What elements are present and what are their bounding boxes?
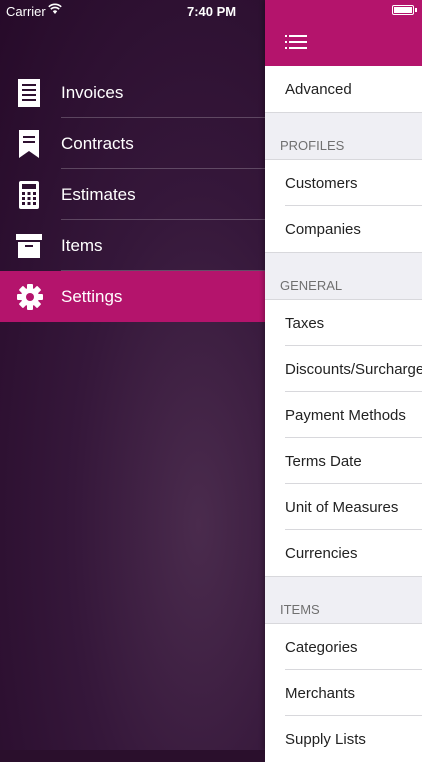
settings-item-terms-date[interactable]: Terms Date: [265, 438, 422, 484]
sidebar: Invoices Contracts Estimates Items Setti…: [0, 0, 265, 750]
archive-box-icon: [16, 232, 42, 260]
sidebar-item-label: Estimates: [61, 185, 136, 204]
settings-item-label: Terms Date: [285, 453, 362, 470]
settings-item-label: Categories: [285, 639, 358, 656]
battery-icon: [392, 5, 417, 15]
settings-item-label: Advanced: [285, 81, 352, 98]
settings-item-label: Customers: [285, 175, 358, 192]
sidebar-item-items[interactable]: Items: [0, 220, 265, 271]
section-header-label: PROFILES: [280, 138, 345, 153]
settings-item-payment-methods[interactable]: Payment Methods: [265, 392, 422, 438]
carrier-label: Carrier: [6, 4, 46, 19]
gear-icon: [16, 283, 43, 311]
settings-item-supply-lists[interactable]: Supply Lists: [265, 716, 422, 762]
invoice-icon: [16, 79, 42, 107]
section-header-label: GENERAL: [280, 278, 343, 293]
settings-item-customers[interactable]: Customers: [265, 160, 422, 206]
settings-item-label: Supply Lists: [285, 731, 366, 748]
sidebar-item-label: Settings: [61, 287, 123, 306]
settings-item-label: Companies: [285, 221, 361, 238]
settings-item-currencies[interactable]: Currencies: [265, 530, 422, 576]
settings-item-unit-of-measures[interactable]: Unit of Measures: [265, 484, 422, 530]
sidebar-item-settings[interactable]: Settings: [0, 271, 265, 322]
sidebar-item-estimates[interactable]: Estimates: [0, 169, 265, 220]
settings-item-taxes[interactable]: Taxes: [265, 300, 422, 346]
settings-item-merchants[interactable]: Merchants: [265, 670, 422, 716]
sidebar-item-label: Contracts: [61, 134, 134, 153]
settings-item-label: Currencies: [285, 545, 358, 562]
settings-item-advanced[interactable]: Advanced: [265, 66, 422, 112]
section-header-items: ITEMS: [265, 576, 422, 624]
sidebar-item-label: Items: [61, 236, 103, 255]
settings-item-companies[interactable]: Companies: [265, 206, 422, 252]
menu-icon[interactable]: [285, 34, 307, 50]
sidebar-item-contracts[interactable]: Contracts: [0, 118, 265, 169]
sidebar-item-label: Invoices: [61, 83, 124, 102]
settings-item-label: Discounts/Surcharges: [285, 361, 422, 378]
status-bar: Carrier 7:40 PM: [0, 0, 422, 22]
settings-item-discounts[interactable]: Discounts/Surcharges: [265, 346, 422, 392]
settings-item-categories[interactable]: Categories: [265, 624, 422, 670]
section-header-profiles: PROFILES: [265, 112, 422, 160]
sidebar-item-invoices[interactable]: Invoices: [0, 67, 265, 118]
section-header-label: ITEMS: [280, 602, 320, 617]
wifi-icon: [48, 3, 62, 18]
clock: 7:40 PM: [187, 4, 237, 19]
calculator-icon: [16, 181, 42, 209]
sidebar-menu: Invoices Contracts Estimates Items Setti…: [0, 67, 265, 322]
contract-icon: [16, 130, 42, 158]
settings-list: Advanced PROFILES Customers Companies GE…: [265, 66, 422, 762]
settings-item-label: Taxes: [285, 315, 325, 332]
settings-panel: Advanced PROFILES Customers Companies GE…: [265, 0, 422, 762]
settings-item-label: Unit of Measures: [285, 499, 399, 516]
settings-item-label: Payment Methods: [285, 407, 406, 424]
settings-item-label: Merchants: [285, 685, 356, 702]
section-header-general: GENERAL: [265, 252, 422, 300]
